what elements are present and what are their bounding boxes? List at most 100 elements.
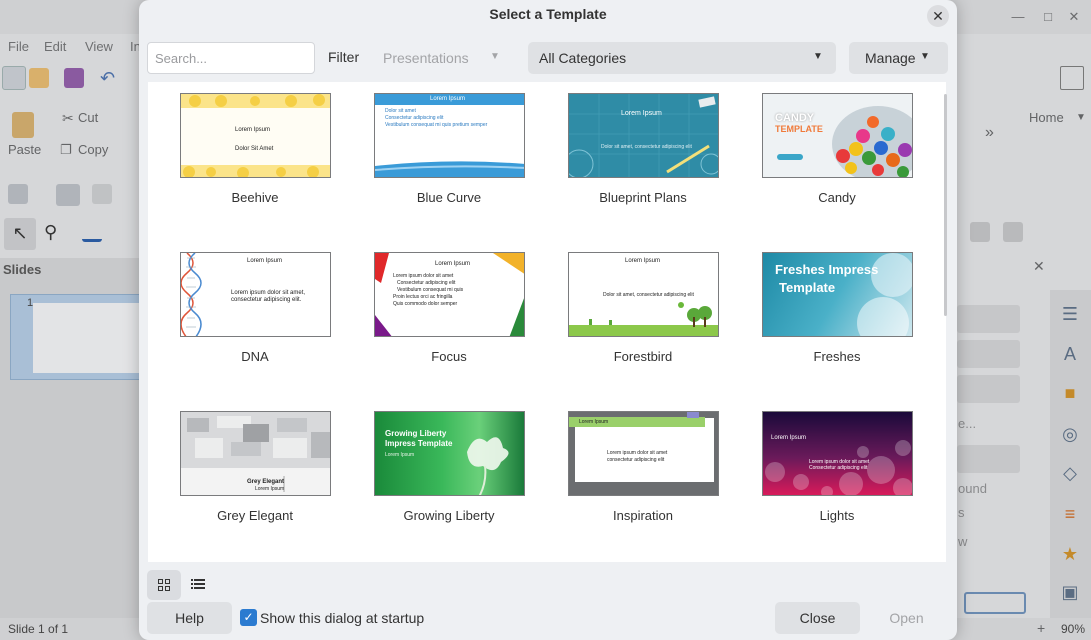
delete-slide-icon[interactable] (92, 184, 112, 204)
list-view-button[interactable] (183, 570, 213, 600)
template-thumbnail[interactable]: CANDY TEMPLATE (762, 93, 913, 178)
line-color-icon[interactable] (82, 222, 102, 242)
category-dropdown[interactable]: All Categories ▼ (528, 42, 836, 74)
gallery-scrollbar[interactable] (944, 94, 947, 316)
icon-view-button[interactable] (147, 570, 181, 600)
pen-icon[interactable] (1003, 222, 1023, 242)
find-icon[interactable] (1047, 138, 1067, 158)
close-window-icon[interactable]: ✕ (1066, 9, 1082, 25)
crop-icon[interactable] (970, 222, 990, 242)
template-item[interactable]: Lorem Ipsum Lorem ipsum dolor sit amet, … (172, 252, 332, 392)
slide-layout-preview[interactable] (964, 592, 1026, 614)
filter-type-dropdown[interactable]: Presentations ▼ (377, 42, 507, 74)
paste-icon[interactable] (12, 112, 34, 138)
template-thumbnail[interactable]: Lorem Ipsum Lorem ipsum dolor sit amet C… (374, 252, 525, 337)
search-input[interactable] (147, 42, 315, 74)
template-thumbnail[interactable]: Lorem Ipsum Dolor sit amet, consectetur … (568, 93, 719, 178)
help-button[interactable]: Help (147, 602, 232, 634)
template-thumbnail[interactable]: Lorem Ipsum Dolor Sit Amet (180, 93, 331, 178)
category-value: All Categories (539, 50, 627, 66)
undo-icon[interactable]: ↶ (100, 68, 120, 88)
manage-label: Manage (865, 50, 916, 66)
slide-transition-icon[interactable]: ★ (1058, 542, 1082, 566)
property-text-3: s (958, 505, 965, 520)
template-thumbnail[interactable]: Lorem Ipsum Lorem ipsum dolor sit amet C… (762, 411, 913, 496)
template-item[interactable]: CANDY TEMPLATE Candy (754, 93, 914, 233)
animation-icon[interactable]: ≡ (1058, 502, 1082, 526)
select-pointer-icon[interactable]: ↖ (4, 218, 36, 250)
thumb-title: Lorem Ipsum (235, 127, 271, 133)
home-dropdown-icon[interactable]: ▼ (1076, 112, 1086, 123)
slide-thumbnail-frame[interactable]: 1 (10, 294, 141, 380)
zoom-in-icon[interactable]: + (1037, 620, 1045, 636)
template-name: Blue Curve (416, 190, 482, 205)
grid-view-icon (158, 579, 170, 591)
template-icon[interactable] (2, 66, 26, 90)
paste-label[interactable]: Paste (8, 142, 41, 157)
copy-icon[interactable]: ❐ (60, 142, 72, 158)
template-thumbnail[interactable]: Grey Elegant Lorem Ipsum (180, 411, 331, 496)
show-at-startup-checkbox[interactable]: ✓ (240, 609, 257, 626)
template-item[interactable]: Lorem Ipsum Dolor sit amet Consectetur a… (366, 93, 526, 233)
template-name: DNA (241, 349, 269, 364)
properties-icon[interactable]: ☰ (1058, 302, 1082, 326)
dialog-close-icon[interactable]: ✕ (927, 5, 949, 27)
filter-label: Filter (328, 49, 360, 65)
thumb-title: Lorem Ipsum (579, 419, 609, 425)
template-thumbnail[interactable]: Lorem Ipsum Dolor sit amet, consectetur … (568, 252, 719, 337)
zoom-level[interactable]: 90% (1061, 622, 1085, 636)
template-item[interactable]: Lorem Ipsum Dolor Sit Amet Beehive (172, 93, 332, 233)
property-field-4[interactable] (957, 445, 1020, 473)
template-thumbnail[interactable]: Growing Liberty Impress Template Lorem I… (374, 411, 525, 496)
master-slides-icon[interactable]: ▣ (1058, 580, 1082, 604)
property-field-3[interactable] (957, 375, 1020, 403)
zoom-icon[interactable]: ⚲ (44, 222, 64, 242)
manage-button[interactable]: Manage ▼ (849, 42, 948, 74)
shapes-icon[interactable]: ◇ (1058, 461, 1082, 485)
template-item[interactable]: Grey Elegant Lorem Ipsum Grey Elegant (172, 411, 332, 551)
template-thumbnail[interactable]: Lorem Ipsum Dolor sit amet Consectetur a… (374, 93, 525, 178)
open-folder-icon[interactable] (29, 68, 49, 88)
thumb-line: Lorem Ipsum (385, 452, 415, 458)
chevron-down-icon: ▼ (813, 51, 823, 62)
template-thumbnail[interactable]: Lorem Ipsum Lorem ipsum dolor sit amet, … (180, 252, 331, 337)
cut-label[interactable]: Cut (78, 110, 98, 125)
template-item[interactable]: Lorem Ipsum Lorem ipsum dolor sit amet C… (754, 411, 914, 551)
slide-status: Slide 1 of 1 (8, 622, 69, 636)
property-field-1[interactable] (957, 305, 1020, 333)
maximize-icon[interactable]: □ (1040, 9, 1056, 25)
minimize-icon[interactable]: — (1010, 9, 1026, 25)
template-name: Blueprint Plans (599, 190, 687, 205)
layout-icon[interactable] (8, 184, 28, 204)
menu-file[interactable]: File (8, 39, 29, 54)
template-thumbnail[interactable]: Freshes Impress Template (762, 252, 913, 337)
template-item[interactable]: Lorem Ipsum Dolor sit amet, consectetur … (560, 93, 720, 233)
save-icon[interactable] (64, 68, 84, 88)
duplicate-slide-icon[interactable] (56, 184, 80, 206)
navigator-icon[interactable]: ◎ (1058, 422, 1082, 446)
slides-panel-title: Slides (3, 262, 42, 277)
template-item[interactable]: Lorem Ipsum Lorem ipsum dolor sit amet c… (560, 411, 720, 551)
menu-edit[interactable]: Edit (44, 39, 66, 54)
home-label[interactable]: Home (1029, 110, 1064, 125)
close-button[interactable]: Close (775, 602, 860, 634)
template-item[interactable]: Lorem Ipsum Dolor sit amet, consectetur … (560, 252, 720, 392)
template-item[interactable]: Lorem Ipsum Lorem ipsum dolor sit amet C… (366, 252, 526, 392)
open-button[interactable]: Open (864, 602, 949, 634)
more-chevron-icon[interactable]: » (985, 124, 994, 142)
show-at-startup-label[interactable]: Show this dialog at startup (260, 610, 424, 626)
cut-icon[interactable]: ✂ (62, 110, 74, 127)
hamburger-icon[interactable] (1060, 66, 1084, 90)
gallery-icon[interactable]: ■ (1058, 381, 1082, 405)
template-item[interactable]: Growing Liberty Impress Template Lorem I… (366, 411, 526, 551)
styles-icon[interactable]: A (1058, 342, 1082, 366)
property-field-2[interactable] (957, 340, 1020, 368)
close-panel-icon[interactable]: ✕ (1033, 258, 1045, 275)
template-item[interactable]: Freshes Impress Template Freshes (754, 252, 914, 392)
template-thumbnail[interactable]: Lorem Ipsum Lorem ipsum dolor sit amet c… (568, 411, 719, 496)
slide-thumbnail[interactable] (33, 303, 141, 373)
thumb-line: Lorem ipsum dolor sit amet, (231, 290, 306, 296)
slides-panel: Slides 1 (0, 258, 141, 618)
copy-label[interactable]: Copy (78, 142, 108, 157)
menu-view[interactable]: View (85, 39, 113, 54)
